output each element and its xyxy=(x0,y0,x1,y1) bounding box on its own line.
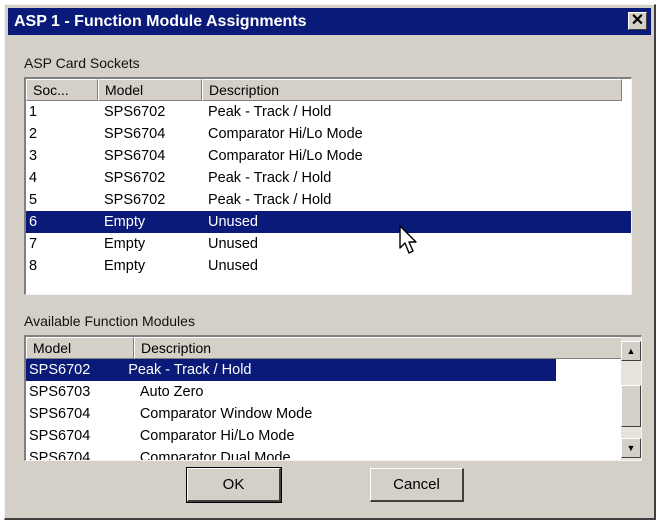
socket-description: Unused xyxy=(208,258,258,274)
socket-model: Empty xyxy=(104,258,146,274)
socket-row[interactable]: 5 SPS6702 Peak - Track / Hold xyxy=(26,189,631,211)
socket-number: 5 xyxy=(29,192,38,208)
socket-row[interactable]: 4 SPS6702 Peak - Track / Hold xyxy=(26,167,631,189)
socket-description: Peak - Track / Hold xyxy=(208,192,332,208)
module-description: Comparator Dual Mode xyxy=(139,450,291,461)
socket-row[interactable]: 6 Empty Unused xyxy=(26,211,631,233)
socket-description: Peak - Track / Hold xyxy=(208,170,332,186)
socket-model: SPS6704 xyxy=(104,148,166,164)
module-row[interactable]: SPS6704 Comparator Window Mode xyxy=(26,403,621,425)
socket-number: 8 xyxy=(29,258,38,274)
module-model: SPS6703 xyxy=(29,384,91,400)
mouse-pointer-icon xyxy=(399,225,417,254)
socket-number: 6 xyxy=(29,214,38,230)
socket-model: SPS6702 xyxy=(104,170,166,186)
column-header-socket[interactable]: Soc... xyxy=(26,79,98,101)
socket-number: 4 xyxy=(29,170,38,186)
socket-description: Comparator Hi/Lo Mode xyxy=(208,148,363,164)
sockets-header: Soc... Model Description xyxy=(26,79,622,101)
modules-header: Model Description xyxy=(26,337,622,359)
module-description: Comparator Hi/Lo Mode xyxy=(139,428,295,444)
module-row[interactable]: SPS6703 Auto Zero xyxy=(26,381,621,403)
modules-rows: SPS6702 Peak - Track / Hold SPS6703 Auto Ze… xyxy=(26,359,621,461)
socket-number: 7 xyxy=(29,236,38,252)
cancel-button[interactable]: Cancel xyxy=(370,468,464,502)
dialog-window: ASP 1 - Function Module Assignments ✕ AS… xyxy=(4,4,656,520)
module-description: Comparator Window Mode xyxy=(139,406,313,422)
column-header-model[interactable]: Model xyxy=(26,337,134,359)
sockets-rows: 1 SPS6702 Peak - Track / Hold 2 SPS6704 Compa… xyxy=(26,101,631,277)
column-header-description[interactable]: Description xyxy=(134,337,622,359)
socket-model: Empty xyxy=(104,236,146,252)
socket-row[interactable]: 1 SPS6702 Peak - Track / Hold xyxy=(26,101,631,123)
socket-row[interactable]: 8 Empty Unused xyxy=(26,255,631,277)
sockets-section-label: ASP Card Sockets xyxy=(24,55,140,71)
module-row[interactable]: SPS6702 Peak - Track / Hold xyxy=(26,359,556,381)
module-model: SPS6704 xyxy=(29,450,91,461)
module-model: SPS6704 xyxy=(29,406,91,422)
socket-number: 3 xyxy=(29,148,38,164)
socket-model: SPS6704 xyxy=(104,126,166,142)
ok-button[interactable]: OK xyxy=(186,467,282,503)
module-row[interactable]: SPS6704 Comparator Dual Mode xyxy=(26,447,621,461)
close-icon: ✕ xyxy=(630,12,645,29)
socket-description: Comparator Hi/Lo Mode xyxy=(208,126,363,142)
socket-model: Empty xyxy=(104,214,146,230)
close-button[interactable]: ✕ xyxy=(628,12,647,30)
socket-row[interactable]: 7 Empty Unused xyxy=(26,233,631,255)
module-model: SPS6704 xyxy=(29,428,91,444)
module-row[interactable]: SPS6704 Comparator Hi/Lo Mode xyxy=(26,425,621,447)
window-title: ASP 1 - Function Module Assignments xyxy=(14,13,307,30)
modules-section-label: Available Function Modules xyxy=(24,313,195,329)
socket-model: SPS6702 xyxy=(104,104,166,120)
socket-row[interactable]: 2 SPS6704 Comparator Hi/Lo Mode xyxy=(26,123,631,145)
title-bar: ASP 1 - Function Module Assignments ✕ xyxy=(8,8,651,35)
sockets-list[interactable]: Soc... Model Description 1 SPS6702 Peak - … xyxy=(24,77,632,295)
column-header-description[interactable]: Description xyxy=(202,79,622,101)
socket-number: 1 xyxy=(29,104,38,120)
modules-list[interactable]: Model Description SPS6702 Peak - Track / … xyxy=(24,335,642,461)
scroll-up-button[interactable]: ▲ xyxy=(621,341,641,361)
module-description: Peak - Track / Hold xyxy=(128,362,252,378)
modules-scrollbar[interactable]: ▲ ▼ xyxy=(621,337,641,460)
socket-number: 2 xyxy=(29,126,38,142)
socket-model: SPS6702 xyxy=(104,192,166,208)
socket-row[interactable]: 3 SPS6704 Comparator Hi/Lo Mode xyxy=(26,145,631,167)
scroll-down-arrow-icon: ▼ xyxy=(626,443,636,453)
scroll-up-arrow-icon: ▲ xyxy=(626,346,636,356)
column-header-model[interactable]: Model xyxy=(98,79,202,101)
scroll-thumb[interactable] xyxy=(621,385,641,427)
scroll-down-button[interactable]: ▼ xyxy=(621,438,641,458)
socket-description: Peak - Track / Hold xyxy=(208,104,332,120)
module-description: Auto Zero xyxy=(139,384,204,400)
module-model: SPS6702 xyxy=(29,362,91,378)
